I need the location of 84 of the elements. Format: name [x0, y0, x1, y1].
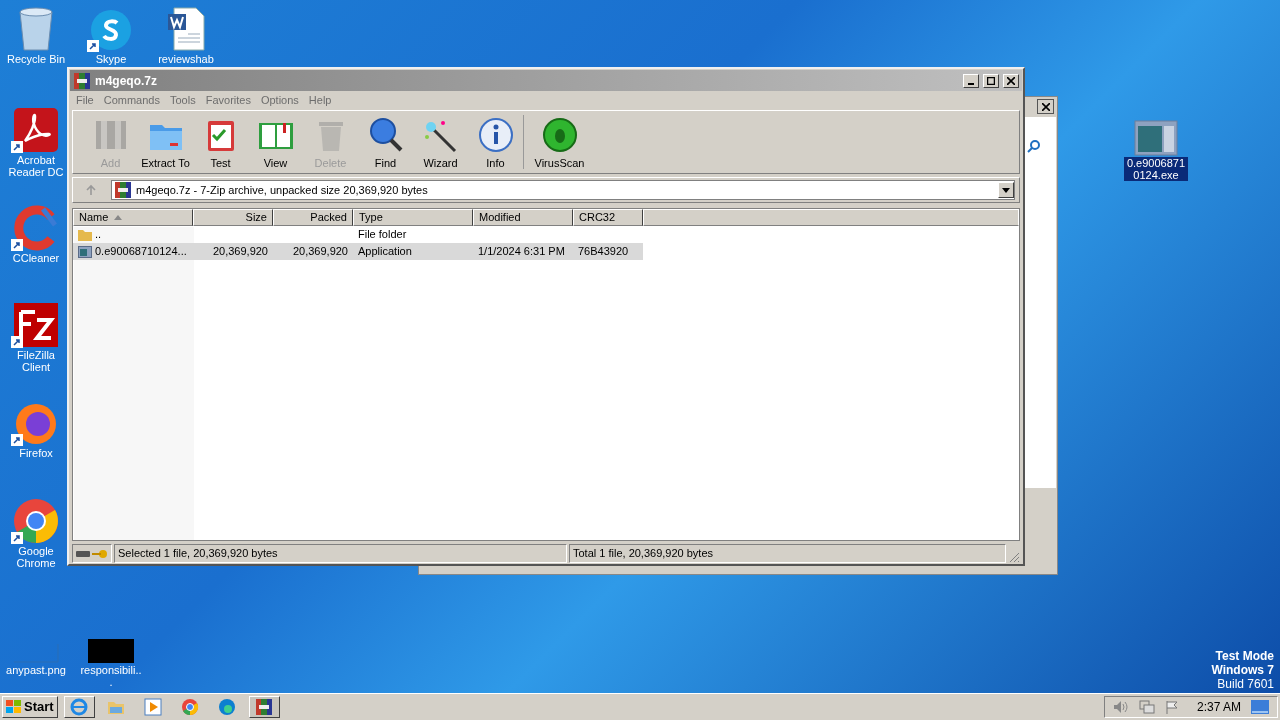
- clock-text: 2:37 AM: [1196, 699, 1241, 716]
- acrobat-icon: [13, 107, 59, 153]
- document-icon: [166, 6, 206, 52]
- column-header[interactable]: Modified: [473, 209, 573, 226]
- application-icon: [1134, 120, 1178, 156]
- file-row[interactable]: .. File folder: [73, 226, 643, 243]
- menu-item[interactable]: Options: [255, 92, 304, 109]
- skype-icon: [89, 8, 133, 52]
- recycle-bin-icon: [16, 6, 56, 52]
- flag-icon: [1164, 700, 1179, 714]
- toolbar-button[interactable]: Test: [193, 116, 248, 171]
- window-title: m4geqo.7z: [95, 72, 157, 90]
- table-cell-text: 76B43920: [578, 244, 629, 260]
- maximize-icon: [987, 76, 995, 85]
- application-icon: [78, 245, 92, 258]
- speaker-icon: [1112, 700, 1129, 714]
- menu-item[interactable]: Favorites: [200, 92, 256, 109]
- desktop-icon-label[interactable]: Recycle Bin: [6, 53, 66, 65]
- file-row[interactable]: 0.e90068710124... 20,369,920 20,369,920 Application 1/1/2024 6:31 PM 76B43920: [73, 243, 643, 260]
- desktop-icon-label[interactable]: Firefox: [19, 447, 53, 459]
- table-cell-text: ..: [95, 227, 102, 243]
- desktop-icon-label[interactable]: responsibili...: [79, 664, 143, 688]
- drive-icon: [76, 550, 90, 557]
- minimize-button[interactable]: [963, 73, 979, 88]
- toolbar-button[interactable]: VirusScan: [532, 116, 587, 171]
- resize-grip-icon: [1008, 551, 1020, 563]
- close-icon: [1041, 102, 1050, 111]
- column-header[interactable]: Type: [353, 209, 473, 226]
- menu-item[interactable]: Commands: [98, 92, 165, 109]
- info-icon: [477, 116, 514, 153]
- status-text: Selected 1 file, 20,369,920 bytes: [114, 544, 567, 563]
- archive-icon: [114, 181, 132, 199]
- windows-logo-icon: [6, 700, 22, 714]
- table-cell-text: 0.e90068710124...: [95, 244, 187, 260]
- chrome-icon: [13, 498, 59, 544]
- desktop-icon-label[interactable]: Acrobat Reader DC: [4, 154, 68, 178]
- toolbar-button[interactable]: Wizard: [413, 116, 468, 171]
- taskbar-button[interactable]: [248, 696, 280, 718]
- table-cell-text: 20,369,920: [292, 244, 348, 260]
- archive-icon: [73, 71, 91, 90]
- column-header[interactable]: Name: [73, 209, 193, 226]
- filezilla-icon: [13, 302, 59, 348]
- archive-icon: [255, 698, 274, 716]
- folder-icon: [78, 228, 92, 241]
- desktop-icon-label[interactable]: Google Chrome: [4, 545, 68, 569]
- desktop-icon-label[interactable]: FileZilla Client: [4, 349, 68, 373]
- desktop-icon-label[interactable]: anypast.png: [6, 664, 66, 676]
- search-icon: [367, 116, 404, 153]
- media-player-icon: [144, 698, 163, 716]
- desktop-icon-label[interactable]: Skype: [95, 53, 127, 65]
- close-button[interactable]: [1037, 99, 1054, 114]
- os-notice-text: Windows 7: [1211, 663, 1274, 677]
- close-icon: [1007, 76, 1015, 85]
- browser-icon: [70, 698, 89, 716]
- ccleaner-icon: [13, 205, 59, 251]
- status-text: Total 1 file, 20,369,920 bytes: [569, 544, 1006, 563]
- table-cell-text: 20,369,920: [212, 244, 268, 260]
- os-notice-text: Test Mode: [1215, 649, 1274, 663]
- os-notice-text: Build 7601: [1217, 677, 1274, 691]
- address-field[interactable]: m4geqo.7z - 7-Zip archive, unpacked size 20,369,920 bytes: [111, 180, 1015, 200]
- search-icon: [1027, 139, 1041, 153]
- desktop-icon-label[interactable]: 0.e90068710124.exe: [1124, 157, 1188, 181]
- taskbar-button[interactable]: [63, 696, 95, 718]
- toolbar-button[interactable]: Extract To: [138, 116, 193, 171]
- desktop-icon-label[interactable]: CCleaner: [12, 252, 60, 264]
- minimize-icon: [968, 82, 974, 85]
- column-header[interactable]: Size: [193, 209, 273, 226]
- column-header[interactable]: CRC32: [573, 209, 643, 226]
- maximize-button[interactable]: [983, 73, 999, 88]
- toolbar-button[interactable]: Find: [358, 116, 413, 171]
- menu-item[interactable]: Tools: [165, 92, 201, 109]
- dropdown-button[interactable]: [998, 182, 1014, 198]
- table-cell-text: File folder: [358, 227, 407, 243]
- caret-icon: [1002, 187, 1010, 193]
- toolbar-button[interactable]: Info: [468, 116, 523, 171]
- start-button[interactable]: Start: [2, 696, 58, 718]
- toolbar-button[interactable]: View: [248, 116, 303, 171]
- desktop-icon-label[interactable]: reviewshab: [158, 53, 214, 65]
- table-cell-text: Application: [358, 244, 412, 260]
- table-cell-text: 1/1/2024 6:31 PM: [478, 244, 565, 260]
- network-icon: [1138, 700, 1155, 714]
- column-header[interactable]: Packed: [273, 209, 353, 226]
- chrome-icon: [181, 698, 200, 716]
- key-icon: [92, 548, 108, 559]
